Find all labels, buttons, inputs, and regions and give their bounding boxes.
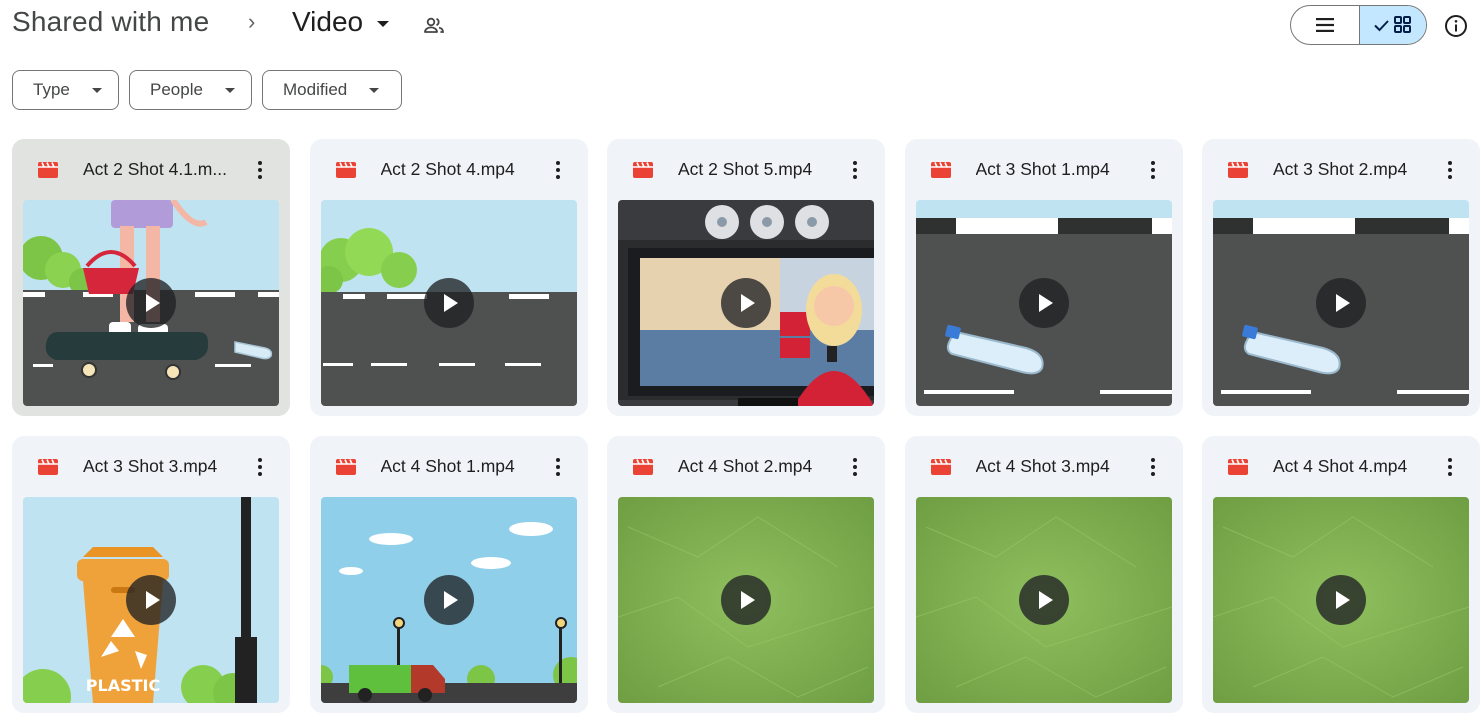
video-file-icon [38,459,58,475]
file-card-header: Act 4 Shot 1.mp4 [310,436,588,496]
list-view-button[interactable] [1291,6,1359,44]
filter-modified-label: Modified [283,80,348,99]
filter-modified-chip[interactable]: Modified [262,70,402,110]
file-card-header: Act 2 Shot 4.1.m... [12,139,290,199]
video-file-icon [1228,162,1248,178]
breadcrumb-current-folder[interactable]: Video [292,6,390,38]
more-actions-icon[interactable] [248,158,272,182]
file-card[interactable]: Act 3 Shot 3.mp4 PLASTIC [12,436,290,713]
file-grid: Act 2 Shot 4.1.m... Act 2 Shot 4.mp4 Act… [12,139,1480,713]
video-thumbnail[interactable] [915,200,1172,406]
play-icon[interactable] [721,278,771,328]
file-card-header: Act 4 Shot 3.mp4 [905,436,1183,496]
more-actions-icon[interactable] [1141,158,1165,182]
file-name: Act 3 Shot 3.mp4 [83,456,218,476]
play-icon[interactable] [721,575,771,625]
file-name: Act 3 Shot 2.mp4 [1273,159,1408,179]
file-card[interactable]: Act 4 Shot 3.mp4 [904,436,1183,713]
play-icon[interactable] [1018,278,1069,328]
video-file-icon [335,459,356,475]
file-card[interactable]: Act 4 Shot 4.mp4 [1202,436,1480,713]
video-file-icon [38,162,58,178]
video-file-icon [335,162,356,178]
filter-people-label: People [150,80,203,99]
info-icon[interactable] [1443,13,1469,39]
play-icon[interactable] [1316,575,1366,625]
play-icon[interactable] [423,278,474,328]
video-thumbnail[interactable]: PLASTIC [23,497,279,703]
more-actions-icon[interactable] [546,158,570,182]
folder-title: Video [292,6,364,37]
video-thumbnail[interactable] [320,497,577,703]
file-card-header: Act 4 Shot 4.mp4 [1202,436,1480,496]
shared-people-icon[interactable] [422,14,446,38]
breadcrumb-shared-with-me[interactable]: Shared with me [12,6,209,38]
video-thumbnail[interactable] [618,497,874,703]
file-name: Act 4 Shot 3.mp4 [975,456,1110,476]
chevron-down-icon [369,87,380,93]
video-file-icon [930,162,951,178]
grid-view-icon [1374,16,1411,33]
chevron-down-icon [224,87,235,93]
file-card[interactable]: Act 2 Shot 4.1.m... [12,139,290,416]
play-icon[interactable] [126,278,176,328]
video-thumbnail[interactable] [1213,497,1469,703]
video-thumbnail[interactable] [915,497,1172,703]
video-file-icon [633,162,653,178]
file-name: Act 4 Shot 4.mp4 [1273,456,1408,476]
filter-people-chip[interactable]: People [129,70,252,110]
file-card[interactable]: Act 2 Shot 5.mp4 [607,139,885,416]
more-actions-icon[interactable] [248,455,272,479]
play-icon[interactable] [1018,575,1069,625]
grid-view-button[interactable] [1358,6,1426,44]
video-thumbnail[interactable] [618,200,874,406]
file-card-header: Act 3 Shot 1.mp4 [905,139,1183,199]
file-name: Act 3 Shot 1.mp4 [975,159,1110,179]
video-file-icon [1228,459,1248,475]
file-name: Act 2 Shot 4.1.m... [83,159,227,179]
breadcrumb-separator: › [248,9,256,34]
file-card-header: Act 3 Shot 2.mp4 [1202,139,1480,199]
video-file-icon [633,459,653,475]
file-card[interactable]: Act 2 Shot 4.mp4 [309,139,588,416]
file-card[interactable]: Act 4 Shot 2.mp4 [607,436,885,713]
chevron-down-icon [377,21,390,27]
more-actions-icon[interactable] [843,455,867,479]
recycle-bin-label: PLASTIC [86,676,160,695]
more-actions-icon[interactable] [1438,158,1462,182]
file-card[interactable]: Act 3 Shot 2.mp4 [1202,139,1480,416]
file-name: Act 2 Shot 5.mp4 [678,159,813,179]
filter-bar: Type People Modified [12,70,402,110]
more-actions-icon[interactable] [1438,455,1462,479]
play-icon[interactable] [423,575,474,625]
list-view-icon [1315,18,1334,32]
view-toggle [1290,5,1427,45]
video-thumbnail[interactable] [23,200,279,406]
play-icon[interactable] [1316,278,1366,328]
file-card[interactable]: Act 3 Shot 1.mp4 [904,139,1183,416]
file-card-header: Act 4 Shot 2.mp4 [607,436,885,496]
play-icon[interactable] [126,575,176,625]
file-card-header: Act 2 Shot 4.mp4 [310,139,588,199]
video-thumbnail[interactable] [320,200,577,406]
filter-type-label: Type [33,80,70,99]
file-name: Act 4 Shot 1.mp4 [380,456,515,476]
file-card-header: Act 2 Shot 5.mp4 [607,139,885,199]
file-name: Act 2 Shot 4.mp4 [380,159,515,179]
file-card[interactable]: Act 4 Shot 1.mp4 [309,436,588,713]
chevron-down-icon [91,87,102,93]
file-name: Act 4 Shot 2.mp4 [678,456,813,476]
more-actions-icon[interactable] [1141,455,1165,479]
filter-type-chip[interactable]: Type [12,70,119,110]
more-actions-icon[interactable] [843,158,867,182]
video-thumbnail[interactable] [1213,200,1469,406]
file-card-header: Act 3 Shot 3.mp4 [12,436,290,496]
header: Shared with me › Video [0,0,1481,52]
more-actions-icon[interactable] [546,455,570,479]
video-file-icon [930,459,951,475]
